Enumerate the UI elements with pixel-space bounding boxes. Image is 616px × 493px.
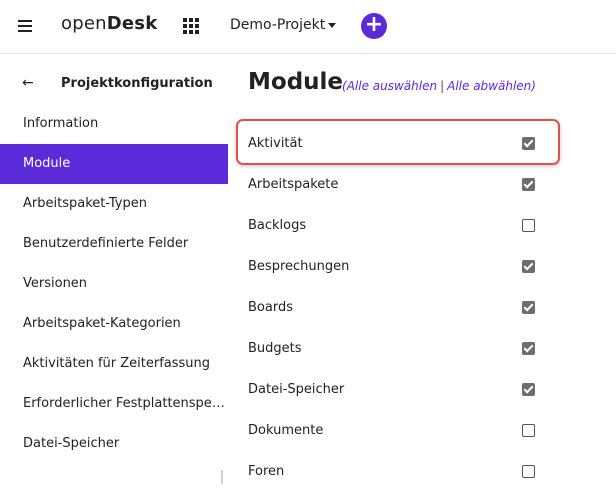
module-label: Besprechungen	[248, 259, 350, 274]
back-arrow-icon[interactable]: ←	[22, 75, 34, 91]
module-checkbox[interactable]	[522, 465, 535, 478]
module-row: Boards	[248, 296, 548, 320]
module-label: Dokumente	[248, 423, 324, 438]
module-label: Backlogs	[248, 218, 307, 233]
sidebar-item[interactable]: Arbeitspaket-Kategorien	[0, 304, 228, 344]
logo-bold-text: Desk	[106, 13, 158, 34]
module-checkbox[interactable]	[522, 383, 535, 396]
close-paren: )	[531, 79, 536, 93]
module-label: Datei-Speicher	[248, 382, 345, 397]
sidebar-scroll-handle[interactable]	[221, 470, 223, 484]
module-checkbox[interactable]	[522, 178, 535, 191]
logo[interactable]: openDesk	[61, 13, 157, 34]
sidebar-item[interactable]: Versionen	[0, 264, 228, 304]
top-bar: openDesk Demo-Projekt +	[0, 0, 616, 54]
module-checkbox[interactable]	[522, 219, 535, 232]
select-all-link[interactable]: Alle auswählen	[347, 79, 437, 93]
deselect-all-link[interactable]: Alle abwählen	[447, 79, 531, 93]
module-checkbox[interactable]	[522, 137, 535, 150]
sidebar-item[interactable]: Information	[0, 104, 228, 144]
sidebar-item[interactable]: Module	[0, 144, 228, 184]
sidebar-item[interactable]: Datei-Speicher	[0, 424, 228, 464]
module-row: Arbeitspakete	[248, 173, 548, 197]
logo-light-text: open	[61, 13, 107, 34]
sidebar-title: Projektkonfiguration	[61, 76, 213, 91]
add-button[interactable]: +	[361, 13, 387, 39]
page-title: Module	[248, 69, 344, 95]
sidebar-item[interactable]: Erforderlicher Festplattenspeicher	[0, 384, 228, 424]
module-row: Datei-Speicher	[248, 378, 548, 402]
module-label: Boards	[248, 300, 293, 315]
module-row: Budgets	[248, 337, 548, 361]
module-checkbox[interactable]	[522, 342, 535, 355]
sidebar-item[interactable]: Arbeitspaket-Typen	[0, 184, 228, 224]
module-label: Foren	[248, 464, 285, 479]
project-name: Demo-Projekt	[230, 17, 326, 33]
select-links: (Alle auswählen | Alle abwählen)	[342, 79, 536, 93]
caret-down-icon	[328, 22, 337, 28]
grid-icon[interactable]	[183, 18, 199, 34]
module-row: Dokumente	[248, 419, 548, 443]
module-label: Arbeitspakete	[248, 177, 339, 192]
plus-icon: +	[364, 12, 384, 37]
module-checkbox[interactable]	[522, 424, 535, 437]
module-label: Budgets	[248, 341, 302, 356]
hamburger-icon[interactable]	[18, 20, 32, 32]
module-checkbox[interactable]	[522, 260, 535, 273]
sidebar-item[interactable]: Aktivitäten für Zeiterfassung	[0, 344, 228, 384]
module-label: Aktivität	[248, 136, 303, 151]
module-row: Backlogs	[248, 214, 548, 238]
link-separator: |	[440, 79, 445, 93]
sidebar-header: ← Projektkonfiguration	[0, 75, 228, 97]
module-row: Aktivität	[248, 132, 548, 156]
module-row: Foren	[248, 460, 548, 484]
module-row: Besprechungen	[248, 255, 548, 279]
sidebar: ← Projektkonfiguration Information Module…	[0, 54, 228, 493]
project-selector[interactable]: Demo-Projekt	[230, 17, 337, 33]
module-checkbox[interactable]	[522, 301, 535, 314]
sidebar-item[interactable]: Benutzerdefinierte Felder	[0, 224, 228, 264]
